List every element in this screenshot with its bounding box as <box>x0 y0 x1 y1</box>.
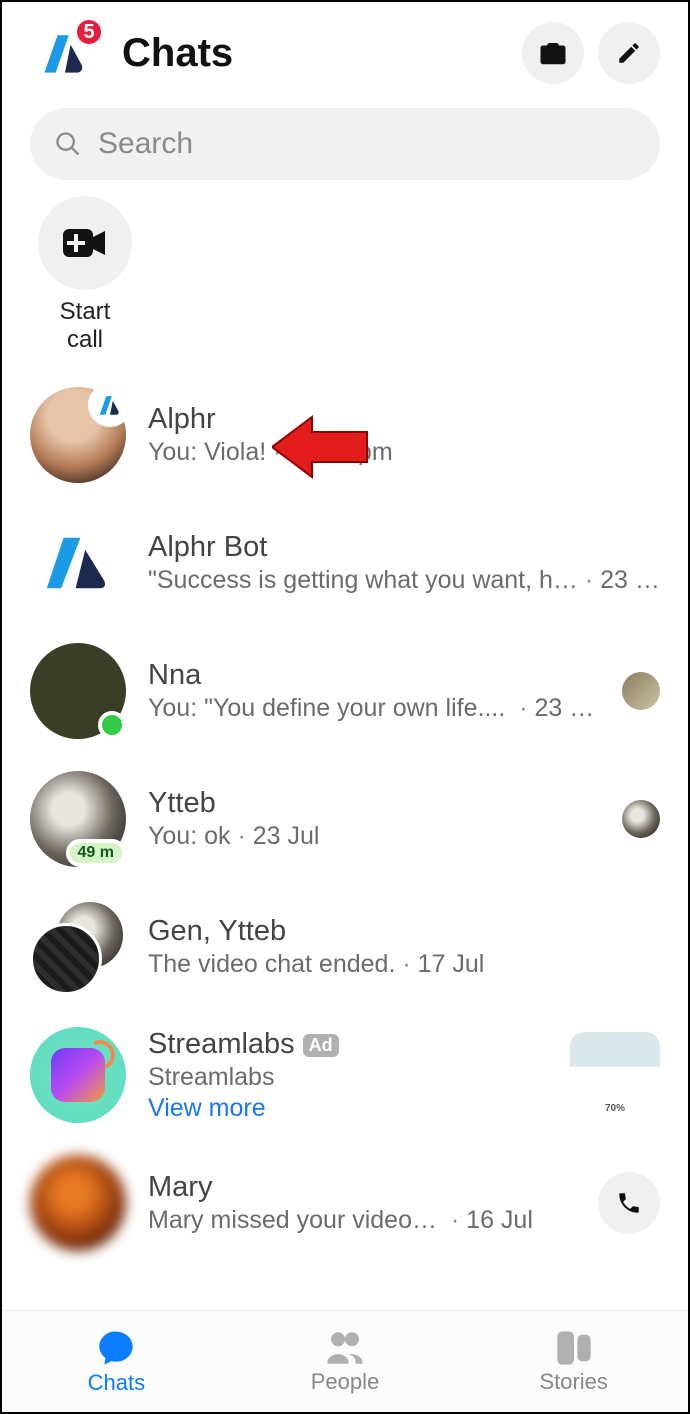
search-input[interactable] <box>98 127 636 161</box>
search-icon <box>54 130 82 158</box>
bottom-nav: Chats People Stories <box>2 1310 688 1412</box>
chat-row-ytteb[interactable]: 49 m Ytteb You: ok · 23 Jul <box>2 755 688 883</box>
chat-row-streamlabs-ad[interactable]: StreamlabsAd Streamlabs View more 70% <box>2 1011 688 1139</box>
chat-row-alphr[interactable]: Alphr You: Viola! · 12:15 pm <box>2 371 688 499</box>
avatar <box>30 1027 126 1123</box>
phone-icon <box>616 1190 642 1216</box>
chat-list: Alphr You: Viola! · 12:15 pm Alphr Bot "… <box>2 371 688 1267</box>
call-back-button[interactable] <box>598 1172 660 1234</box>
nav-people[interactable]: People <box>231 1311 460 1412</box>
ad-promo-thumb: 70% <box>570 1032 660 1118</box>
people-icon <box>324 1329 366 1367</box>
chat-snippet: The video chat ended. · 17 Jul <box>148 950 660 979</box>
nav-label: Chats <box>88 1370 145 1396</box>
chat-snippet: You: Viola! · 12:15 pm <box>148 438 660 467</box>
avatar <box>30 1155 126 1251</box>
chat-mini-logo <box>88 383 132 427</box>
seen-indicator <box>622 800 660 838</box>
ad-badge: Ad <box>303 1034 339 1057</box>
chat-name: StreamlabsAd <box>148 1028 548 1061</box>
camera-icon <box>538 38 568 68</box>
chat-snippet: "Success is getting what you want, h… · … <box>148 566 660 595</box>
chat-name: Gen, Ytteb <box>148 915 660 948</box>
seen-indicator <box>622 672 660 710</box>
page-title: Chats <box>122 31 508 76</box>
chat-row-mary[interactable]: Mary Mary missed your video… · 16 Jul <box>2 1139 688 1267</box>
chat-snippet: You: "You define your own life.... · 23 … <box>148 694 600 723</box>
search-bar[interactable] <box>30 108 660 180</box>
view-more-link[interactable]: View more <box>148 1094 548 1123</box>
nav-stories[interactable]: Stories <box>459 1311 688 1412</box>
chat-snippet: Mary missed your video… · 16 Jul <box>148 1206 576 1235</box>
avatar <box>30 515 126 611</box>
chat-sub: Streamlabs <box>148 1063 548 1092</box>
start-call[interactable]: Start call <box>30 196 140 353</box>
chat-snippet: You: ok · 23 Jul <box>148 822 600 851</box>
compose-button[interactable] <box>598 22 660 84</box>
start-call-button[interactable] <box>38 196 132 290</box>
chat-bubble-icon <box>96 1328 136 1368</box>
nav-chats[interactable]: Chats <box>2 1311 231 1412</box>
chat-name: Mary <box>148 1171 576 1204</box>
chat-name: Alphr Bot <box>148 531 660 564</box>
camera-button[interactable] <box>522 22 584 84</box>
stories-icon <box>554 1329 594 1367</box>
streamlabs-icon <box>51 1048 105 1102</box>
active-time-pill: 49 m <box>66 839 126 867</box>
chat-name: Nna <box>148 659 600 692</box>
online-indicator <box>98 711 126 739</box>
header: 5 Chats <box>2 2 688 96</box>
nav-label: Stories <box>539 1369 607 1395</box>
chat-name: Alphr <box>148 403 660 436</box>
app-logo[interactable]: 5 <box>30 25 100 81</box>
start-call-label: Start call <box>60 298 111 353</box>
chat-row-alphr-bot[interactable]: Alphr Bot "Success is getting what you w… <box>2 499 688 627</box>
chat-name: Ytteb <box>148 787 600 820</box>
avatar-group <box>30 899 126 995</box>
chat-row-nna[interactable]: Nna You: "You define your own life.... ·… <box>2 627 688 755</box>
nav-label: People <box>311 1369 380 1395</box>
notification-badge: 5 <box>74 17 104 47</box>
video-plus-icon <box>63 227 107 259</box>
chat-row-gen-ytteb[interactable]: Gen, Ytteb The video chat ended. · 17 Ju… <box>2 883 688 1011</box>
pencil-icon <box>616 40 642 66</box>
